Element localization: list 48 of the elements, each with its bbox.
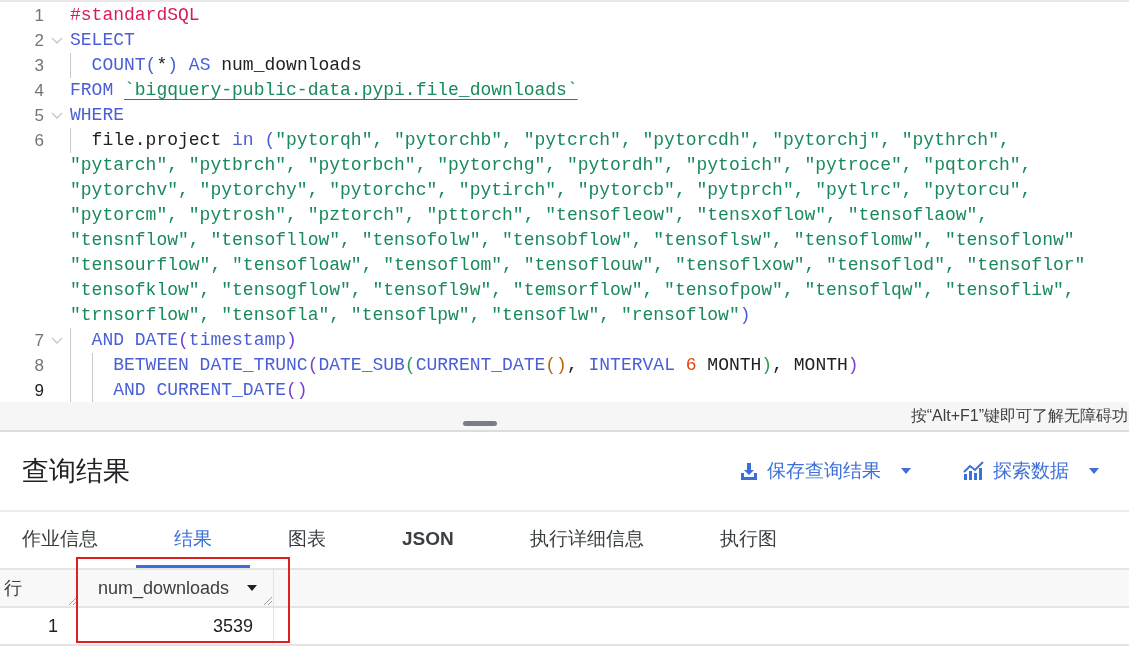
- code-line: WHERE: [70, 104, 124, 127]
- chart-icon: [963, 461, 985, 481]
- code-line: "trnsorflow", "tensofla", "tensoflpw", "tensoflw", "rensoflow"): [70, 304, 752, 327]
- column-header[interactable]: num_downloads: [78, 570, 273, 606]
- resize-handle-icon[interactable]: [69, 597, 77, 605]
- line-number: 8: [33, 355, 44, 377]
- fold-caret-icon[interactable]: [51, 336, 63, 345]
- resize-handle-icon[interactable]: [264, 597, 272, 605]
- line-number: 3: [33, 55, 44, 77]
- resize-handle[interactable]: [463, 420, 498, 426]
- result-tab[interactable]: JSON: [364, 512, 492, 568]
- code-line: FROM `bigquery-public-data.pypi.file_downloads`: [70, 79, 578, 102]
- dropdown-caret-icon: [901, 468, 911, 474]
- code-line: SELECT: [70, 29, 135, 52]
- line-number: 4: [33, 80, 44, 102]
- line-number: 5: [33, 105, 44, 127]
- code-line: BETWEEN DATE_TRUNC(DATE_SUB(CURRENT_DATE(), INTERVAL 6 MONTH), MONTH): [70, 353, 859, 378]
- code-line: "pytorcm", "pytrosh", "pztorch", "pttorch", "tensofleow", "tensxoflow", "tensoflaow",: [70, 204, 990, 227]
- line-number: 7: [33, 330, 44, 352]
- table-cell: 3539: [78, 608, 274, 644]
- code-line: "pytarch", "pytbrch", "pytorbch", "pytorchg", "pytordh", "pytoich", "pytroce", "pqtorch",: [70, 154, 1033, 177]
- line-number: 2: [33, 30, 44, 52]
- line-number: 1: [33, 5, 44, 27]
- dropdown-caret-icon: [1089, 468, 1099, 474]
- code-line: "tensofklow", "tensogflow", "tensofl9w", "temsorflow", "tensofpow", "tensoflqw", "tensofliw",: [70, 279, 1076, 302]
- code-line: "tensnflow", "tensofllow", "tensofolw", "tensobflow", "tensoflsw", "tensoflomw", "tensoflonw": [70, 229, 1076, 252]
- code-line: COUNT(*) AS num_downloads: [70, 53, 362, 78]
- code-line: "tensourflow", "tensofloaw", "tensoflom", "tensoflouw", "tensoflxow", "tensoflod", "tensoflor": [70, 254, 1086, 277]
- download-icon: [739, 461, 759, 481]
- fold-caret-icon[interactable]: [51, 36, 63, 45]
- explore-data-button[interactable]: 探索数据: [963, 456, 1099, 486]
- result-tab[interactable]: 图表: [250, 512, 364, 568]
- code-line: AND DATE(timestamp): [70, 328, 297, 353]
- accessibility-hint: 按“Alt+F1”键即可了解无障碍功: [910, 406, 1129, 426]
- line-number: 6: [33, 130, 44, 152]
- code-line: file.project in ("pytorqh", "pytorchb", "pytcrch", "pytorcdh", "pytorchj", "pythrch",: [70, 128, 1086, 153]
- results-title: 查询结果: [22, 454, 131, 488]
- save-results-button[interactable]: 保存查询结果: [739, 456, 911, 486]
- row-header-cell: 行: [0, 570, 78, 606]
- dropdown-caret-icon: [247, 585, 258, 591]
- code-line: "pytorchv", "pytorchy", "pytorchc", "pytirch", "pytorcb", "pytprch", "pytlrc", "pytorcu",: [70, 179, 1033, 202]
- fold-caret-icon[interactable]: [51, 111, 63, 120]
- result-tab[interactable]: 作业信息: [0, 512, 136, 568]
- result-tab[interactable]: 执行详细信息: [491, 512, 682, 568]
- code-line: #standardSQL: [70, 4, 200, 27]
- row-number: 1: [47, 614, 59, 638]
- line-number: 9: [33, 380, 44, 402]
- result-tab[interactable]: 执行图: [681, 512, 815, 568]
